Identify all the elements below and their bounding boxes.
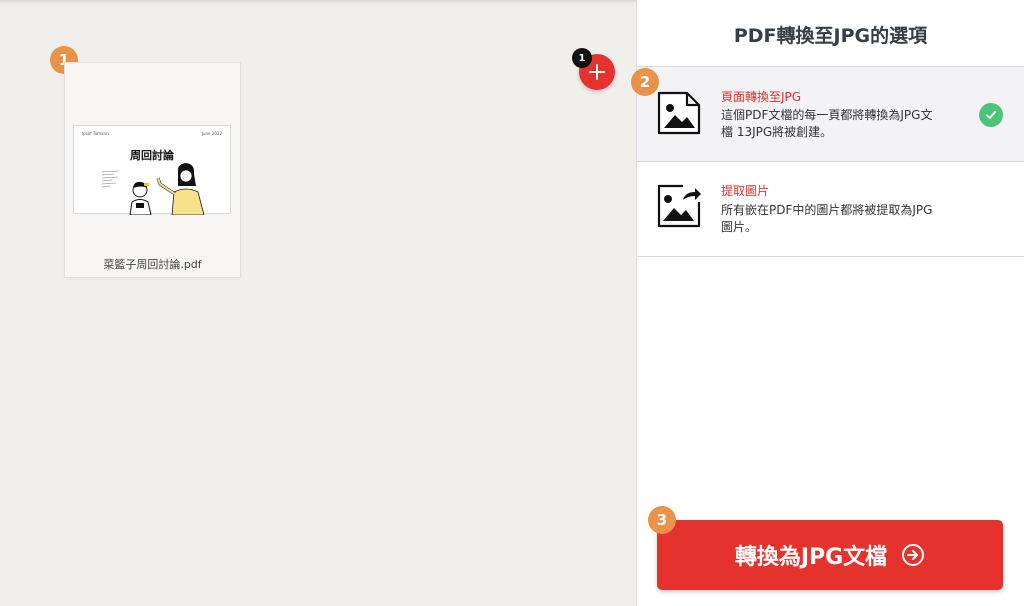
arrow-circle-right-icon xyxy=(901,543,925,567)
convert-button-label: 轉換為JPG文檔 xyxy=(734,545,888,570)
step-badge-3: 3 xyxy=(648,506,676,534)
options-panel: PDF轉換至JPG的選項 頁面轉換至JPG 這個PDF文檔的每一頁都將轉換為JP… xyxy=(636,0,1024,606)
option-description: 所有嵌在PDF中的圖片都將被提取為JPG 圖片。 xyxy=(721,202,971,236)
plus-icon xyxy=(589,64,605,80)
option-extract-images[interactable]: 提取圖片 所有嵌在PDF中的圖片都將被提取為JPG 圖片。 xyxy=(637,161,1024,257)
option-desc-line: 圖片。 xyxy=(721,220,758,234)
option-title: 提取圖片 xyxy=(721,184,770,198)
file-card[interactable]: Ipsof Tamarin June 2022 周回討論 菜籃子周回討論.pdf xyxy=(65,63,240,277)
file-count-badge: 1 xyxy=(572,48,592,68)
file-name: 菜籃子周回討論.pdf xyxy=(103,258,202,271)
option-desc-line: 所有嵌在PDF中的圖片都將被提取為JPG xyxy=(721,203,933,217)
option-desc-line: 這個PDF文檔的每一頁都將轉換為JPG文 xyxy=(721,108,933,122)
convert-to-jpg-button[interactable]: 轉換為JPG文檔 xyxy=(657,520,1003,590)
option-title: 頁面轉換至JPG xyxy=(721,90,802,104)
step-badge-2: 2 xyxy=(631,68,659,96)
thumb-illustration xyxy=(101,163,205,215)
option-page-to-jpg[interactable]: 頁面轉換至JPG 這個PDF文檔的每一頁都將轉換為JPG文 檔 13JPG將被創… xyxy=(637,66,1024,161)
file-workspace: 1 Ipsof Tamarin June 2022 周回討論 菜籃子周回討論.p… xyxy=(0,0,636,606)
option-desc-line: 檔 13JPG將被創建。 xyxy=(721,125,833,139)
panel-title: PDF轉換至JPG的選項 xyxy=(733,25,928,47)
image-export-icon xyxy=(657,184,701,228)
image-icon xyxy=(657,91,701,135)
option-description: 這個PDF文檔的每一頁都將轉換為JPG文 檔 13JPG將被創建。 xyxy=(721,107,971,141)
file-thumbnail: Ipsof Tamarin June 2022 周回討論 xyxy=(73,125,231,215)
check-icon xyxy=(979,103,1003,127)
